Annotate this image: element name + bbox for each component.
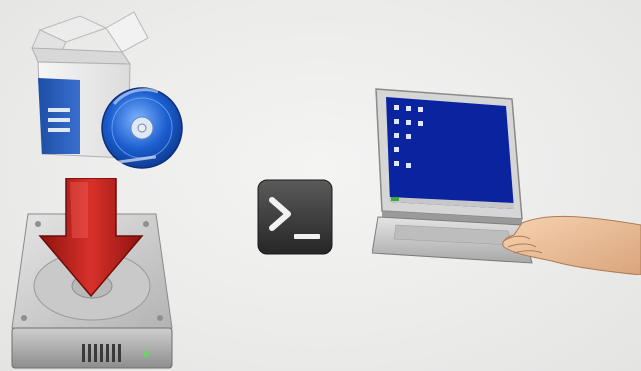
hard-disk-download-icon (6, 178, 176, 371)
install-process-illustration (0, 0, 641, 371)
terminal-prompt-icon (256, 178, 334, 256)
laptop-with-hand-icon (372, 85, 641, 275)
software-box-with-cd-icon (18, 8, 188, 188)
